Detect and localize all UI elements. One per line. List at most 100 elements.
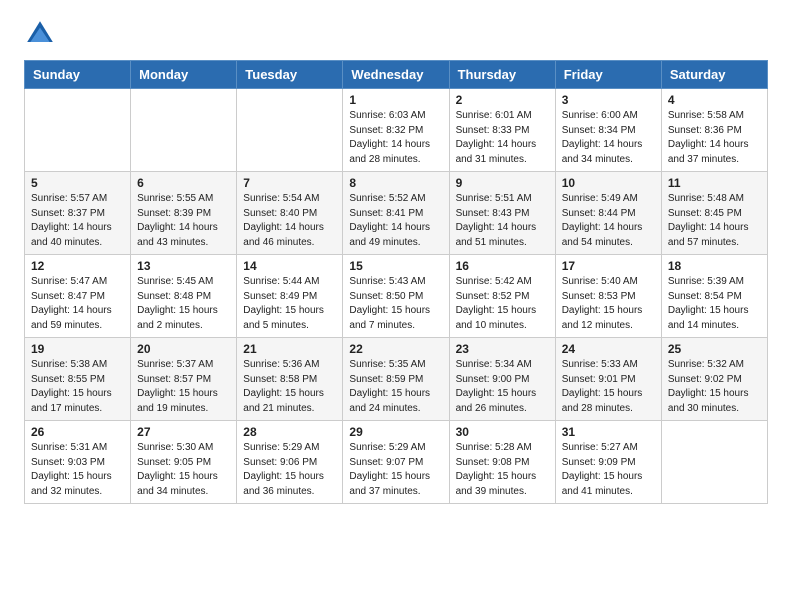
calendar-day-header: Wednesday xyxy=(343,61,449,89)
calendar-day-cell: 29Sunrise: 5:29 AM Sunset: 9:07 PM Dayli… xyxy=(343,421,449,504)
day-info: Sunrise: 5:52 AM Sunset: 8:41 PM Dayligh… xyxy=(349,192,442,250)
day-number: 30 xyxy=(456,425,549,439)
day-number: 19 xyxy=(31,342,124,356)
calendar-day-cell: 13 Sunrise: 5:45 AM Sunset: 8:48 PM Dayli… xyxy=(131,255,237,338)
calendar-day-header: Saturday xyxy=(661,61,767,89)
calendar-day-cell: 24 Sunrise: 5:33 AM Sunset: 9:01 PM Dayli… xyxy=(555,338,661,421)
calendar-day-header: Thursday xyxy=(449,61,555,89)
calendar-day-cell xyxy=(237,89,343,172)
day-info: Sunrise: 5:28 AM Sunset: 9:08 PM Dayligh… xyxy=(456,441,549,499)
day-info: Sunrise: 5:36 AM Sunset: 8:58 PM Dayligh… xyxy=(243,358,336,416)
calendar-day-cell: 17 Sunrise: 5:40 AM Sunset: 8:53 PM Dayli… xyxy=(555,255,661,338)
day-number: 25 xyxy=(668,342,761,356)
day-number: 5 xyxy=(31,176,124,190)
day-number: 26 xyxy=(31,425,124,439)
day-info: Sunrise: 5:31 AM Sunset: 9:03 PM Dayligh… xyxy=(31,441,124,499)
calendar-day-cell: 2 Sunrise: 6:01 AM Sunset: 8:33 PM Daylig… xyxy=(449,89,555,172)
calendar-header-row: SundayMondayTuesdayWednesdayThursdayFrid… xyxy=(25,61,768,89)
calendar-day-cell: 21 Sunrise: 5:36 AM Sunset: 8:58 PM Dayli… xyxy=(237,338,343,421)
calendar-day-cell: 22 Sunrise: 5:35 AM Sunset: 8:59 PM Dayli… xyxy=(343,338,449,421)
calendar-day-cell xyxy=(131,89,237,172)
day-info: Sunrise: 5:55 AM Sunset: 8:39 PM Dayligh… xyxy=(137,192,230,250)
day-info: Sunrise: 5:33 AM Sunset: 9:01 PM Dayligh… xyxy=(562,358,655,416)
calendar-week-row: 19 Sunrise: 5:38 AM Sunset: 8:55 PM Dayli… xyxy=(25,338,768,421)
calendar-table: SundayMondayTuesdayWednesdayThursdayFrid… xyxy=(24,60,768,504)
day-info: Sunrise: 5:35 AM Sunset: 8:59 PM Dayligh… xyxy=(349,358,442,416)
day-info: Sunrise: 5:48 AM Sunset: 8:45 PM Dayligh… xyxy=(668,192,761,250)
calendar-day-cell xyxy=(661,421,767,504)
day-info: Sunrise: 5:27 AM Sunset: 9:09 PM Dayligh… xyxy=(562,441,655,499)
page-header xyxy=(0,0,792,60)
calendar-week-row: 26 Sunrise: 5:31 AM Sunset: 9:03 PM Dayli… xyxy=(25,421,768,504)
day-info: Sunrise: 5:38 AM Sunset: 8:55 PM Dayligh… xyxy=(31,358,124,416)
day-number: 8 xyxy=(349,176,442,190)
calendar-day-header: Sunday xyxy=(25,61,131,89)
day-number: 20 xyxy=(137,342,230,356)
day-info: Sunrise: 5:54 AM Sunset: 8:40 PM Dayligh… xyxy=(243,192,336,250)
calendar-week-row: 5Sunrise: 5:57 AM Sunset: 8:37 PM Daylig… xyxy=(25,172,768,255)
calendar-day-cell: 16Sunrise: 5:42 AM Sunset: 8:52 PM Dayli… xyxy=(449,255,555,338)
day-number: 12 xyxy=(31,259,124,273)
day-info: Sunrise: 5:30 AM Sunset: 9:05 PM Dayligh… xyxy=(137,441,230,499)
day-info: Sunrise: 5:44 AM Sunset: 8:49 PM Dayligh… xyxy=(243,275,336,333)
calendar-day-header: Tuesday xyxy=(237,61,343,89)
day-number: 14 xyxy=(243,259,336,273)
calendar-day-cell: 19 Sunrise: 5:38 AM Sunset: 8:55 PM Dayli… xyxy=(25,338,131,421)
day-info: Sunrise: 5:45 AM Sunset: 8:48 PM Dayligh… xyxy=(137,275,230,333)
calendar-day-cell: 31Sunrise: 5:27 AM Sunset: 9:09 PM Dayli… xyxy=(555,421,661,504)
calendar-day-cell: 25 Sunrise: 5:32 AM Sunset: 9:02 PM Dayli… xyxy=(661,338,767,421)
day-info: Sunrise: 6:01 AM Sunset: 8:33 PM Dayligh… xyxy=(456,109,549,167)
day-info: Sunrise: 5:34 AM Sunset: 9:00 PM Dayligh… xyxy=(456,358,549,416)
day-number: 22 xyxy=(349,342,442,356)
calendar-day-cell: 11 Sunrise: 5:48 AM Sunset: 8:45 PM Dayli… xyxy=(661,172,767,255)
calendar-day-cell: 28Sunrise: 5:29 AM Sunset: 9:06 PM Dayli… xyxy=(237,421,343,504)
day-number: 13 xyxy=(137,259,230,273)
calendar-day-cell: 15 Sunrise: 5:43 AM Sunset: 8:50 PM Dayli… xyxy=(343,255,449,338)
day-info: Sunrise: 6:00 AM Sunset: 8:34 PM Dayligh… xyxy=(562,109,655,167)
calendar-day-header: Monday xyxy=(131,61,237,89)
calendar-day-cell: 6 Sunrise: 5:55 AM Sunset: 8:39 PM Daylig… xyxy=(131,172,237,255)
calendar-day-header: Friday xyxy=(555,61,661,89)
day-number: 28 xyxy=(243,425,336,439)
calendar-day-cell: 23 Sunrise: 5:34 AM Sunset: 9:00 PM Dayli… xyxy=(449,338,555,421)
day-info: Sunrise: 5:49 AM Sunset: 8:44 PM Dayligh… xyxy=(562,192,655,250)
calendar-day-cell xyxy=(25,89,131,172)
day-number: 17 xyxy=(562,259,655,273)
day-info: Sunrise: 5:43 AM Sunset: 8:50 PM Dayligh… xyxy=(349,275,442,333)
logo xyxy=(24,18,60,50)
day-info: Sunrise: 5:58 AM Sunset: 8:36 PM Dayligh… xyxy=(668,109,761,167)
day-number: 11 xyxy=(668,176,761,190)
calendar-day-cell: 5Sunrise: 5:57 AM Sunset: 8:37 PM Daylig… xyxy=(25,172,131,255)
calendar-week-row: 1Sunrise: 6:03 AM Sunset: 8:32 PM Daylig… xyxy=(25,89,768,172)
day-number: 4 xyxy=(668,93,761,107)
calendar-day-cell: 3 Sunrise: 6:00 AM Sunset: 8:34 PM Daylig… xyxy=(555,89,661,172)
day-info: Sunrise: 5:37 AM Sunset: 8:57 PM Dayligh… xyxy=(137,358,230,416)
calendar-day-cell: 1Sunrise: 6:03 AM Sunset: 8:32 PM Daylig… xyxy=(343,89,449,172)
calendar-day-cell: 8 Sunrise: 5:52 AM Sunset: 8:41 PM Daylig… xyxy=(343,172,449,255)
day-info: Sunrise: 5:32 AM Sunset: 9:02 PM Dayligh… xyxy=(668,358,761,416)
day-info: Sunrise: 5:29 AM Sunset: 9:07 PM Dayligh… xyxy=(349,441,442,499)
day-number: 23 xyxy=(456,342,549,356)
calendar-week-row: 12 Sunrise: 5:47 AM Sunset: 8:47 PM Dayli… xyxy=(25,255,768,338)
day-number: 6 xyxy=(137,176,230,190)
calendar-day-cell: 10 Sunrise: 5:49 AM Sunset: 8:44 PM Dayli… xyxy=(555,172,661,255)
calendar-day-cell: 26 Sunrise: 5:31 AM Sunset: 9:03 PM Dayli… xyxy=(25,421,131,504)
calendar-day-cell: 4 Sunrise: 5:58 AM Sunset: 8:36 PM Daylig… xyxy=(661,89,767,172)
day-number: 21 xyxy=(243,342,336,356)
day-info: Sunrise: 5:51 AM Sunset: 8:43 PM Dayligh… xyxy=(456,192,549,250)
calendar-day-cell: 7 Sunrise: 5:54 AM Sunset: 8:40 PM Daylig… xyxy=(237,172,343,255)
day-number: 2 xyxy=(456,93,549,107)
calendar-day-cell: 14 Sunrise: 5:44 AM Sunset: 8:49 PM Dayli… xyxy=(237,255,343,338)
day-number: 10 xyxy=(562,176,655,190)
day-number: 15 xyxy=(349,259,442,273)
day-number: 7 xyxy=(243,176,336,190)
day-number: 27 xyxy=(137,425,230,439)
day-info: Sunrise: 5:40 AM Sunset: 8:53 PM Dayligh… xyxy=(562,275,655,333)
logo-icon xyxy=(24,18,56,50)
calendar-day-cell: 20 Sunrise: 5:37 AM Sunset: 8:57 PM Dayli… xyxy=(131,338,237,421)
calendar-day-cell: 12 Sunrise: 5:47 AM Sunset: 8:47 PM Dayli… xyxy=(25,255,131,338)
day-number: 18 xyxy=(668,259,761,273)
day-info: Sunrise: 5:47 AM Sunset: 8:47 PM Dayligh… xyxy=(31,275,124,333)
day-number: 24 xyxy=(562,342,655,356)
day-number: 3 xyxy=(562,93,655,107)
